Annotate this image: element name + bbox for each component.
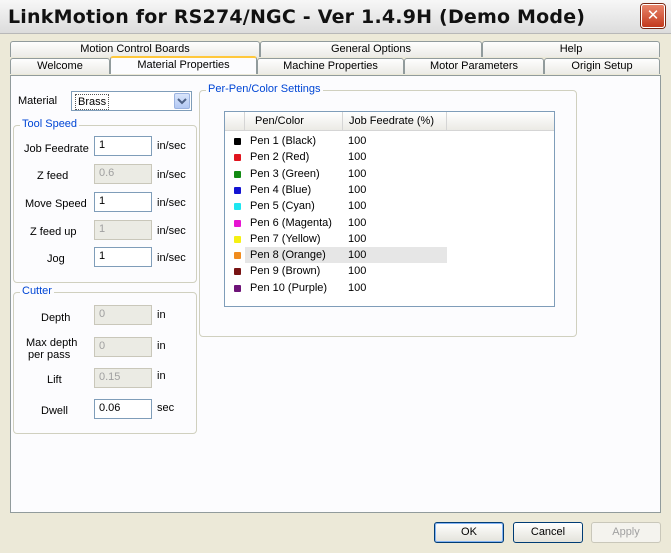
max-depth-unit: in (157, 340, 166, 352)
jog-unit: in/sec (157, 252, 186, 264)
material-select[interactable]: Brass (71, 91, 192, 111)
tab-material-properties[interactable]: Material Properties (110, 56, 257, 74)
tab-motor-parameters[interactable]: Motor Parameters (404, 58, 544, 74)
list-item[interactable]: Pen 4 (Blue) 100 (225, 182, 554, 198)
pen-list[interactable]: Pen/Color Job Feedrate (%) Pen 1 (Black)… (224, 111, 555, 307)
lift-unit: in (157, 370, 166, 382)
lift-field: 0.15 (94, 368, 152, 388)
color-swatch-icon (234, 268, 241, 276)
material-properties-panel: Material Brass Tool Speed Job Feedrate 1… (10, 75, 661, 513)
max-depth-label: Max depth (26, 337, 78, 349)
tab-welcome[interactable]: Welcome (10, 58, 110, 74)
dwell-label: Dwell (41, 405, 68, 417)
pen-list-header: Pen/Color Job Feedrate (%) (225, 112, 554, 131)
color-swatch-icon (234, 284, 241, 292)
pen-feedrate: 100 (348, 281, 367, 294)
list-item[interactable]: Pen 9 (Brown) 100 (225, 263, 554, 279)
close-button[interactable]: ✕ (641, 4, 665, 28)
job-feedrate-unit: in/sec (157, 140, 186, 152)
tab-origin-setup[interactable]: Origin Setup (544, 58, 660, 74)
depth-field: 0 (94, 305, 152, 325)
tab-machine-properties[interactable]: Machine Properties (257, 58, 404, 74)
pen-feedrate: 100 (348, 249, 367, 262)
z-feed-up-unit: in/sec (157, 225, 186, 237)
move-speed-field[interactable]: 1 (94, 192, 152, 212)
pen-feedrate: 100 (348, 265, 367, 278)
color-swatch-icon (234, 186, 241, 194)
pen-feedrate: 100 (348, 135, 367, 147)
z-feed-up-label: Z feed up (30, 226, 77, 238)
header-blank (225, 112, 245, 130)
cutter-title: Cutter (20, 285, 54, 297)
material-select-value: Brass (75, 94, 110, 110)
title-bar: LinkMotion for RS274/NGC - Ver 1.4.9H (D… (0, 0, 671, 34)
tab-general-options[interactable]: General Options (260, 41, 482, 57)
close-icon: ✕ (646, 6, 660, 24)
pen-name: Pen 5 (Cyan) (250, 200, 315, 213)
col-pen-color[interactable]: Pen/Color (245, 112, 343, 130)
color-swatch-icon (234, 138, 241, 145)
color-swatch-icon (234, 170, 241, 178)
max-depth-field: 0 (94, 337, 152, 357)
depth-label: Depth (41, 312, 71, 324)
pen-feedrate: 100 (348, 151, 367, 164)
list-item[interactable]: Pen 3 (Green) 100 (225, 166, 554, 182)
color-swatch-icon (234, 219, 241, 227)
pen-name: Pen 1 (Black) (250, 135, 317, 147)
cancel-button[interactable]: Cancel (513, 522, 583, 543)
pen-name: Pen 6 (Magenta) (250, 216, 332, 229)
depth-unit: in (157, 309, 166, 321)
pen-name: Pen 7 (Yellow) (250, 232, 321, 245)
pen-feedrate: 100 (348, 232, 367, 245)
color-swatch-icon (234, 154, 241, 162)
tool-speed-title: Tool Speed (20, 118, 80, 130)
pen-name: Pen 8 (Orange) (250, 249, 326, 262)
move-speed-label: Move Speed (25, 198, 87, 210)
color-swatch-icon (234, 252, 241, 260)
chevron-down-icon[interactable] (174, 93, 190, 109)
z-feed-unit: in/sec (157, 169, 186, 181)
cutter-group: Cutter Depth 0 in Max depth per pass 0 i… (13, 285, 197, 434)
list-item[interactable]: Pen 7 (Yellow) 100 (225, 231, 554, 247)
pen-name: Pen 9 (Brown) (250, 265, 321, 278)
pen-feedrate: 100 (348, 183, 367, 196)
list-item[interactable]: Pen 8 (Orange) 100 (225, 247, 554, 264)
apply-button: Apply (591, 522, 661, 543)
dwell-field[interactable]: 0.06 (94, 399, 152, 419)
z-feed-up-field: 1 (94, 220, 152, 240)
list-item[interactable]: Pen 2 (Red) 100 (225, 149, 554, 165)
material-label: Material (18, 95, 58, 107)
list-item[interactable]: Pen 6 (Magenta) 100 (225, 215, 554, 231)
list-item[interactable]: Pen 5 (Cyan) 100 (225, 198, 554, 214)
z-feed-field: 0.6 (94, 164, 152, 184)
per-pen-settings-title: Per-Pen/Color Settings (206, 83, 323, 95)
pen-name: Pen 2 (Red) (250, 151, 310, 164)
jog-label: Jog (47, 253, 65, 265)
color-swatch-icon (234, 235, 241, 243)
lift-label: Lift (47, 374, 62, 386)
job-feedrate-field[interactable]: 1 (94, 136, 152, 156)
job-feedrate-label: Job Feedrate (24, 143, 89, 155)
color-swatch-icon (234, 203, 241, 211)
jog-field[interactable]: 1 (94, 247, 152, 267)
col-job-feedrate[interactable]: Job Feedrate (%) (343, 112, 447, 130)
tab-help[interactable]: Help (482, 41, 660, 57)
per-pass-label: per pass (28, 349, 71, 361)
window-title: LinkMotion for RS274/NGC - Ver 1.4.9H (D… (8, 6, 586, 28)
list-item[interactable]: Pen 1 (Black) 100 (225, 133, 554, 149)
pen-feedrate: 100 (348, 200, 367, 213)
pen-name: Pen 4 (Blue) (250, 183, 312, 196)
tab-motion-control-boards[interactable]: Motion Control Boards (10, 41, 260, 57)
tab-bar: Motion Control Boards General Options He… (10, 41, 661, 75)
pen-feedrate: 100 (348, 167, 367, 180)
dwell-unit: sec (157, 402, 175, 414)
pen-feedrate: 100 (348, 216, 367, 229)
list-item[interactable]: Pen 10 (Purple) 100 (225, 280, 554, 296)
pen-name: Pen 3 (Green) (250, 167, 320, 180)
z-feed-label: Z feed (37, 170, 69, 182)
move-speed-unit: in/sec (157, 197, 186, 209)
tool-speed-group: Tool Speed Job Feedrate 1 in/sec Z feed … (13, 118, 197, 283)
ok-button[interactable]: OK (434, 522, 504, 543)
pen-name: Pen 10 (Purple) (250, 281, 328, 294)
